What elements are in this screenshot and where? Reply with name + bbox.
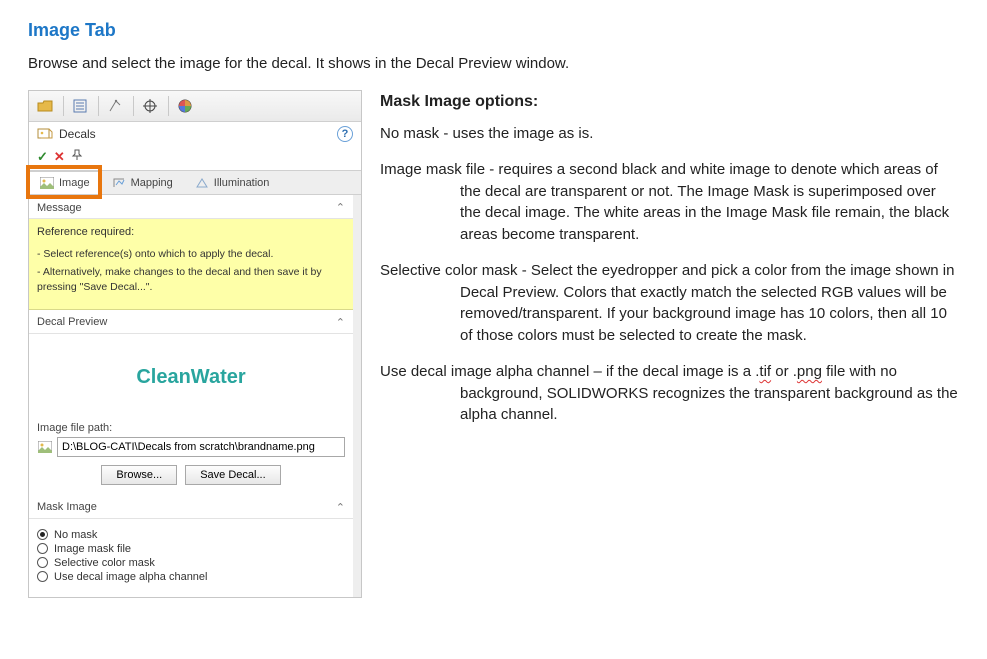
radio-icon	[37, 543, 48, 554]
image-mask-lead: Image mask file -	[380, 161, 498, 178]
collapse-icon: ⌃	[336, 501, 345, 514]
tab-mapping-label: Mapping	[131, 177, 173, 189]
radio-no-mask[interactable]: No mask	[37, 529, 345, 541]
no-mask-desc: No mask - uses the image as is.	[380, 123, 959, 145]
intro-text: Browse and select the image for the deca…	[28, 55, 959, 72]
property-panel: Decals ? ✓ ✕ Image	[28, 90, 362, 598]
target-icon[interactable]	[137, 95, 163, 117]
appearance-icon[interactable]	[172, 95, 198, 117]
preview-body: CleanWater Image file path: Browse... Sa…	[29, 334, 353, 495]
path-label: Image file path:	[37, 422, 345, 434]
panel-title-row: Decals ?	[29, 122, 361, 146]
toolbar-separator	[63, 96, 64, 116]
tab-mapping[interactable]: Mapping	[101, 171, 184, 194]
message-body: Reference required: - Select reference(s…	[29, 219, 353, 310]
radio-image-mask-label: Image mask file	[54, 543, 131, 555]
panel-scrollbar[interactable]	[353, 195, 361, 597]
radio-icon	[37, 571, 48, 582]
collapse-icon: ⌃	[336, 201, 345, 214]
explanation-column: Mask Image options: No mask - uses the i…	[380, 90, 959, 440]
message-line1: - Select reference(s) onto which to appl…	[37, 247, 345, 262]
selective-rest: Select the eyedropper and pick a color f…	[460, 262, 954, 344]
radio-alpha-channel[interactable]: Use decal image alpha channel	[37, 571, 345, 583]
decal-preview-image: CleanWater	[106, 344, 276, 412]
cancel-icon[interactable]: ✕	[54, 149, 65, 165]
radio-icon	[37, 557, 48, 568]
message-ref: Reference required:	[37, 225, 345, 241]
preview-header[interactable]: Decal Preview ⌃	[29, 310, 353, 334]
help-icon[interactable]: ?	[337, 126, 353, 142]
mask-header[interactable]: Mask Image ⌃	[29, 495, 353, 519]
toolbar-separator	[133, 96, 134, 116]
mask-options-heading: Mask Image options:	[380, 90, 959, 113]
mask-header-label: Mask Image	[37, 501, 97, 513]
alpha-tif: tif	[759, 363, 771, 380]
message-header-label: Message	[37, 202, 82, 214]
preview-header-label: Decal Preview	[37, 316, 107, 328]
radio-icon	[37, 529, 48, 540]
subtabs-wrap: Image Mapping Illumination	[29, 171, 361, 195]
alpha-mid-b: or .	[771, 363, 797, 380]
page-title: Image Tab	[28, 20, 959, 41]
toolbar-separator	[98, 96, 99, 116]
alpha-png: png	[797, 363, 822, 380]
image-file-icon	[37, 439, 53, 455]
tab-illumination-label: Illumination	[214, 177, 270, 189]
list-icon[interactable]	[67, 95, 93, 117]
dimension-icon[interactable]	[102, 95, 128, 117]
alpha-channel-desc: Use decal image alpha channel – if the d…	[380, 361, 959, 426]
panel-toolbar	[29, 91, 361, 122]
tab-illumination[interactable]: Illumination	[184, 171, 281, 194]
mask-body: No mask Image mask file Selective color …	[29, 519, 353, 597]
ok-icon[interactable]: ✓	[37, 149, 48, 165]
browse-button[interactable]: Browse...	[101, 465, 177, 485]
selective-lead: Selective color mask -	[380, 262, 531, 279]
radio-image-mask-file[interactable]: Image mask file	[37, 543, 345, 555]
image-mask-rest: requires a second black and white image …	[460, 161, 949, 243]
decal-icon	[37, 127, 53, 141]
radio-selective-label: Selective color mask	[54, 557, 155, 569]
folder-icon[interactable]	[32, 95, 58, 117]
alpha-mid-a: if the decal image is a .	[606, 363, 759, 380]
selective-mask-desc: Selective color mask - Select the eyedro…	[380, 260, 959, 347]
alpha-lead: Use decal image alpha channel –	[380, 363, 606, 380]
image-path-input[interactable]	[57, 437, 345, 457]
content-columns: Decals ? ✓ ✕ Image	[28, 90, 959, 598]
image-mask-desc: Image mask file - requires a second blac…	[380, 159, 959, 246]
illumination-tab-icon	[195, 177, 209, 189]
panel-title: Decals	[59, 127, 96, 141]
radio-alpha-label: Use decal image alpha channel	[54, 571, 208, 583]
toolbar-separator	[168, 96, 169, 116]
message-line2: - Alternatively, make changes to the dec…	[37, 265, 345, 295]
pin-icon[interactable]	[71, 149, 83, 165]
radio-no-mask-label: No mask	[54, 529, 97, 541]
highlight-box	[26, 165, 102, 199]
mapping-tab-icon	[112, 177, 126, 189]
save-decal-button[interactable]: Save Decal...	[185, 465, 280, 485]
radio-selective-color[interactable]: Selective color mask	[37, 557, 345, 569]
collapse-icon: ⌃	[336, 316, 345, 329]
